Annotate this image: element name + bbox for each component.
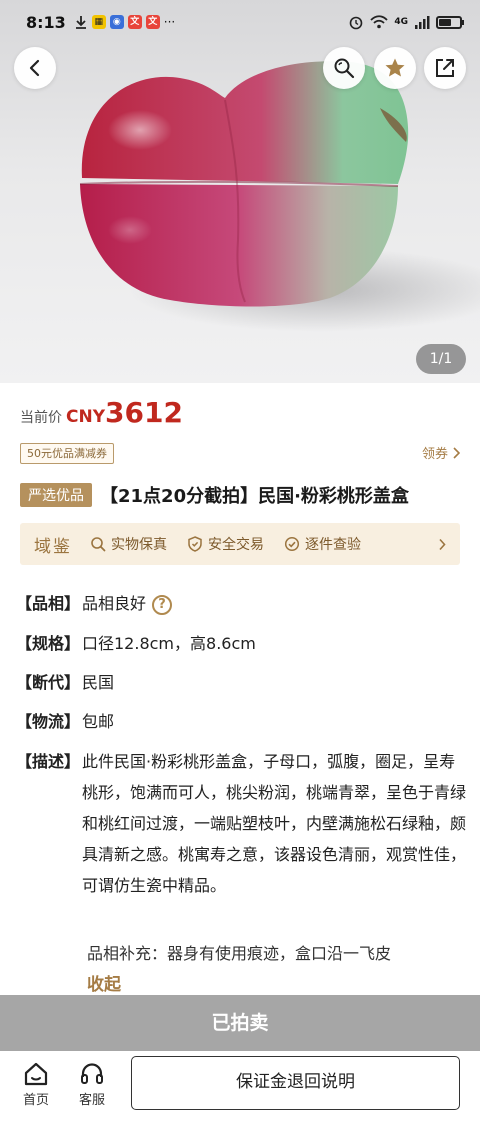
tab-home-label: 首页	[22, 1093, 49, 1108]
deposit-refund-button[interactable]: 保证金退回说明	[131, 1056, 460, 1110]
attr-value: 民国	[82, 672, 115, 692]
guarantee-authentic-label: 实物保真	[111, 537, 167, 553]
attr-condition: 【品相】 品相良好?	[16, 594, 466, 615]
image-counter: 1/1	[416, 344, 466, 374]
price-value: 3612	[105, 396, 183, 429]
tab-service[interactable]: 客服	[68, 1059, 116, 1108]
attr-key: 【规格】	[16, 633, 81, 653]
price-label: 当前价	[20, 410, 62, 426]
search-button[interactable]	[323, 47, 365, 89]
status-bar: 8:13 ▦ ◉ 文 文 ··· 4G	[0, 0, 480, 44]
get-coupon-link[interactable]: 领券	[422, 443, 460, 462]
attr-description: 【描述】 此件民国·粉彩桃形盖盒，子母口，弧腹，圈足，呈寿桃形，饱满而可人，桃尖…	[16, 746, 466, 901]
get-coupon-label: 领券	[421, 447, 448, 462]
star-icon	[385, 58, 405, 77]
attr-key: 【物流】	[16, 711, 81, 731]
share-button[interactable]	[424, 47, 466, 89]
coupon-tag: 50元优品满减券	[20, 443, 114, 464]
chevron-right-icon	[453, 446, 460, 459]
download-icon	[75, 16, 86, 29]
collapse-link[interactable]: 收起	[87, 970, 121, 995]
tab-home[interactable]: 首页	[12, 1059, 60, 1108]
guarantee-inspected: 逐件查验	[284, 534, 361, 554]
search-icon	[91, 537, 106, 552]
attr-value: 口径12.8cm，高8.6cm	[82, 633, 256, 653]
guarantee-secure: 安全交易	[187, 534, 264, 554]
product-title: 严选优品 【21点20分截拍】民国·粉彩桃形盖盒	[20, 482, 409, 508]
status-system-icons: 4G	[348, 14, 464, 30]
share-icon	[436, 59, 454, 77]
title-text: 【21点20分截拍】民国·粉彩桃形盖盒	[100, 486, 409, 507]
app-icon: ◉	[109, 15, 124, 29]
tab-service-label: 客服	[78, 1093, 105, 1108]
alarm-icon	[350, 16, 363, 30]
battery-level	[439, 18, 451, 26]
wifi-icon	[370, 15, 388, 29]
shield-icon	[188, 536, 202, 552]
back-arrow-icon	[29, 59, 40, 77]
attr-value-wrap: 品相良好?	[82, 594, 466, 615]
home-icon	[24, 1062, 48, 1086]
app-icon: 文	[145, 15, 160, 29]
attribute-list: 【品相】 品相良好? 【规格】 口径12.8cm，高8.6cm 【断代】 民国 …	[16, 594, 466, 920]
guarantee-inspected-label: 逐件查验	[305, 537, 361, 553]
attr-value: 此件民国·粉彩桃形盖盒，子母口，弧腹，圈足，呈寿桃形，饱满而可人，桃尖粉润，桃端…	[82, 751, 467, 895]
price-row: 当前价 CNY 3612	[20, 396, 183, 429]
attr-shipping: 【物流】 包邮	[16, 712, 466, 732]
attr-era: 【断代】 民国	[16, 673, 466, 693]
more-dots-icon: ···	[163, 15, 176, 29]
check-circle-icon	[284, 536, 300, 552]
guarantee-authentic: 实物保真	[90, 534, 167, 554]
help-icon[interactable]: ?	[152, 594, 173, 615]
chevron-right-icon	[439, 538, 446, 550]
guarantee-brand: 域鉴	[34, 536, 72, 557]
selection-badge: 严选优品	[20, 483, 92, 507]
condition-supplement: 品相补充：器身有使用痕迹，盒口沿一飞皮	[87, 944, 392, 963]
status-notification-icons: ▦ ◉ 文 文 ···	[74, 15, 175, 29]
sold-status-bar: 已拍卖	[0, 995, 480, 1051]
status-time: 8:13	[26, 12, 66, 32]
favorite-button[interactable]	[374, 47, 416, 89]
attr-value: 品相良好	[82, 594, 147, 613]
attr-size: 【规格】 口径12.8cm，高8.6cm	[16, 634, 466, 654]
attr-key: 【品相】	[16, 594, 81, 613]
app-icon: 文	[127, 15, 142, 29]
bottom-nav: 首页 客服 保证金退回说明	[0, 1051, 480, 1127]
guarantee-secure-label: 安全交易	[208, 537, 264, 553]
search-icon	[334, 58, 355, 79]
battery-icon	[436, 15, 464, 29]
attr-value: 包邮	[82, 711, 115, 731]
attr-key: 【断代】	[16, 672, 81, 692]
guarantee-strip[interactable]: 域鉴 实物保真 安全交易 逐件查验	[20, 523, 460, 565]
network-type: 4G	[394, 17, 408, 27]
back-button[interactable]	[14, 47, 56, 89]
app-icon: ▦	[91, 15, 106, 29]
attr-key: 【描述】	[16, 751, 81, 771]
price-currency: CNY	[66, 407, 106, 427]
headset-icon	[81, 1063, 103, 1084]
signal-icon	[415, 16, 430, 29]
